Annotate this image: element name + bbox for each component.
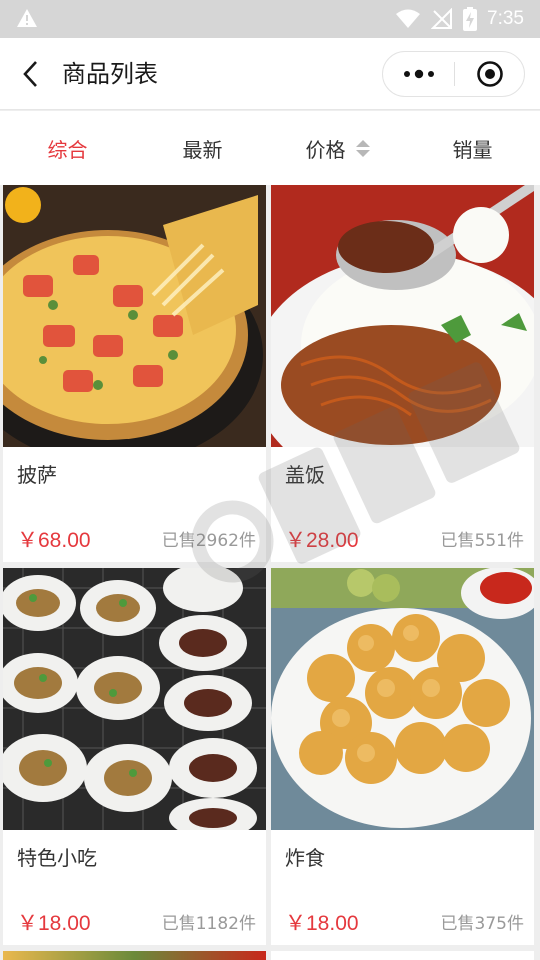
product-card[interactable]: 盖饭 ￥28.00 已售551件 [271, 185, 534, 562]
product-card-partial[interactable] [271, 951, 534, 960]
product-name: 特色小吃 [17, 846, 97, 870]
tab-comprehensive[interactable]: 综合 [0, 111, 135, 185]
product-price: ￥18.00 [285, 912, 359, 935]
product-price: ￥28.00 [285, 529, 359, 552]
status-bar: 7:35 [0, 0, 540, 38]
product-card[interactable]: 披萨 ￥68.00 已售2962件 [3, 185, 266, 562]
no-signal-icon [431, 8, 453, 29]
product-name: 盖饭 [285, 463, 325, 487]
product-price: ￥68.00 [17, 529, 91, 552]
tab-label: 价格 [305, 137, 346, 162]
tab-label: 综合 [47, 137, 88, 162]
product-card[interactable]: 特色小吃 ￥18.00 已售1182件 [3, 568, 266, 945]
chevron-left-icon [23, 61, 37, 87]
product-price: ￥18.00 [17, 912, 91, 935]
target-close-icon [477, 61, 503, 87]
tab-sales[interactable]: 销量 [405, 111, 540, 185]
sort-arrows-icon [355, 139, 370, 157]
mini-program-capsule [382, 51, 525, 97]
product-sold-count: 已售551件 [440, 531, 524, 551]
tab-label: 销量 [452, 137, 493, 162]
product-sold-count: 已售2962件 [161, 531, 256, 551]
product-sold-count: 已售1182件 [161, 914, 256, 934]
more-button[interactable] [383, 52, 454, 96]
tab-label: 最新 [182, 137, 223, 162]
nav-bar: 商品列表 [0, 38, 540, 110]
tab-price[interactable]: 价格 [270, 111, 405, 185]
wifi-icon [396, 9, 421, 28]
product-sold-count: 已售375件 [440, 914, 524, 934]
status-time: 7:35 [487, 8, 524, 29]
product-card[interactable]: 炸食 ￥18.00 已售375件 [271, 568, 534, 945]
back-button[interactable] [14, 56, 48, 92]
product-card-partial[interactable] [3, 951, 266, 960]
close-button[interactable] [455, 52, 525, 96]
page-title: 商品列表 [62, 60, 158, 88]
product-image-pizza [3, 185, 266, 447]
warning-icon [17, 9, 37, 27]
tab-newest[interactable]: 最新 [135, 111, 270, 185]
product-image-snacks [3, 568, 266, 830]
more-dots-icon [403, 69, 434, 79]
product-image-fried-food [271, 568, 534, 830]
product-name: 披萨 [17, 463, 57, 487]
battery-charging-icon [463, 7, 478, 31]
sort-tabs: 综合 最新 价格 销量 [0, 111, 540, 185]
product-name: 炸食 [285, 846, 325, 870]
product-image-rice-bowl [271, 185, 534, 447]
